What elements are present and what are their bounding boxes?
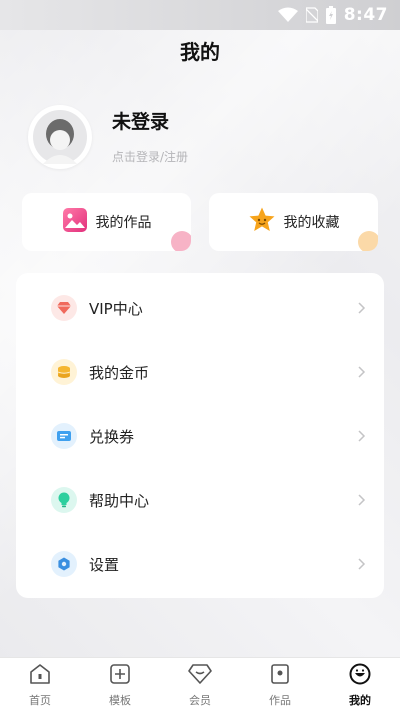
tab-label-mine: 我的 — [349, 694, 371, 707]
tab-label-home: 首页 — [29, 694, 51, 707]
menu-label-voucher: 兑换券 — [89, 427, 135, 446]
chevron-right-icon — [356, 365, 368, 379]
lightbulb-icon — [51, 487, 77, 513]
profile-section[interactable]: 未登录 点击登录/注册 — [28, 105, 188, 169]
menu-item-voucher[interactable]: 兑换券 — [16, 404, 384, 468]
page-title: 我的 — [180, 40, 220, 64]
menu-list: VIP中心 我的金币 兑换券 帮助中心 设置 — [16, 273, 384, 598]
decoration-dot — [171, 231, 191, 251]
user-name: 未登录 — [112, 111, 170, 133]
login-register-link[interactable]: 点击登录/注册 — [112, 148, 188, 165]
template-icon — [109, 663, 131, 689]
menu-item-coins[interactable]: 我的金币 — [16, 340, 384, 404]
chevron-right-icon — [356, 301, 368, 315]
chevron-right-icon — [356, 493, 368, 507]
works-icon — [269, 663, 291, 689]
menu-label-coins: 我的金币 — [89, 363, 150, 382]
profile-text: 未登录 点击登录/注册 — [112, 107, 188, 165]
menu-item-help[interactable]: 帮助中心 — [16, 468, 384, 532]
chevron-right-icon — [356, 429, 368, 443]
tab-label-member: 会员 — [189, 694, 211, 707]
menu-label-settings: 设置 — [89, 555, 120, 574]
menu-label-help: 帮助中心 — [89, 491, 150, 510]
menu-label-vip: VIP中心 — [89, 299, 143, 318]
battery-charging-icon — [325, 6, 336, 24]
tab-member[interactable]: 会员 — [160, 658, 240, 711]
coins-icon — [51, 359, 77, 385]
decoration-dot — [358, 231, 378, 251]
star-icon — [248, 206, 276, 238]
wifi-icon — [277, 7, 298, 23]
menu-item-vip[interactable]: VIP中心 — [16, 276, 384, 340]
quick-cards: 我的作品 我的收藏 — [22, 193, 378, 251]
tab-template[interactable]: 模板 — [80, 658, 160, 711]
my-works-card[interactable]: 我的作品 — [22, 193, 191, 251]
tab-mine[interactable]: 我的 — [320, 658, 400, 711]
tab-label-works: 作品 — [269, 694, 291, 707]
avatar[interactable] — [28, 105, 92, 169]
status-time: 8:47 — [343, 5, 388, 25]
member-diamond-icon — [188, 663, 212, 689]
my-favorites-card[interactable]: 我的收藏 — [209, 193, 378, 251]
my-works-label: 我的作品 — [95, 215, 152, 231]
smile-icon — [349, 663, 371, 689]
my-favorites-label: 我的收藏 — [283, 215, 340, 231]
ticket-icon — [51, 423, 77, 449]
picture-icon — [62, 207, 88, 237]
tab-works[interactable]: 作品 — [240, 658, 320, 711]
chevron-right-icon — [356, 557, 368, 571]
menu-item-settings[interactable]: 设置 — [16, 532, 384, 596]
page-header: 我的 — [0, 36, 400, 65]
tab-home[interactable]: 首页 — [0, 658, 80, 711]
bottom-tab-bar: 首页 模板 会员 作品 我的 — [0, 657, 400, 711]
no-sim-icon — [305, 7, 318, 23]
home-icon — [29, 663, 51, 689]
status-bar: 8:47 — [0, 0, 400, 30]
diamond-icon — [51, 295, 77, 321]
tab-label-template: 模板 — [109, 694, 131, 707]
gear-icon — [51, 551, 77, 577]
